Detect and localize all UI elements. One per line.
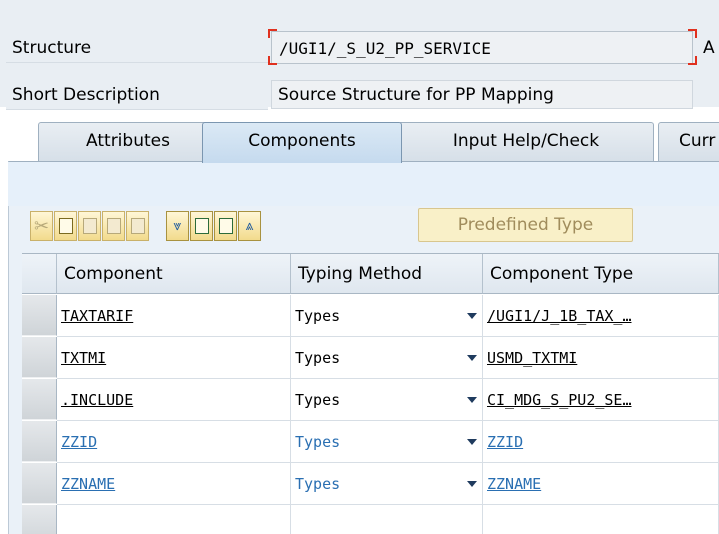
- table-cell-component-type[interactable]: USMD_TXTMI: [483, 337, 719, 379]
- table-cell-component[interactable]: ZZID: [57, 421, 291, 463]
- double-chevron-down-icon: ⩔: [173, 218, 182, 234]
- row-selector[interactable]: [22, 421, 57, 462]
- column-header-component-type[interactable]: Component Type: [483, 254, 719, 294]
- collapse-button[interactable]: [214, 211, 237, 241]
- dropdown-arrow-icon[interactable]: [467, 313, 477, 319]
- structure-field[interactable]: /UGI1/_S_U2_PP_SERVICE: [271, 31, 693, 64]
- table-cell-component-type[interactable]: ZZNAME: [483, 463, 719, 505]
- table-cell-component-type[interactable]: CI_MDG_S_PU2_SE…: [483, 379, 719, 421]
- delete-row-icon: [130, 218, 145, 234]
- copy-button[interactable]: [54, 211, 77, 241]
- collapse-minus-icon: [218, 218, 233, 234]
- structure-label: Structure: [6, 33, 268, 63]
- short-description-label: Short Description: [6, 80, 268, 110]
- paste-icon: [82, 218, 97, 234]
- tab-input-help-check-label: Input Help/Check: [452, 131, 600, 151]
- delete-row-button[interactable]: [126, 211, 149, 241]
- copy-icon: [58, 218, 73, 234]
- dropdown-arrow-icon[interactable]: [467, 355, 477, 361]
- structure-trailing-text: A: [703, 38, 715, 58]
- tab-components[interactable]: Components: [202, 122, 402, 163]
- tab-currency-label: Curr: [679, 131, 716, 151]
- table-cell-component[interactable]: ZZNAME: [57, 463, 291, 505]
- table-cell-component[interactable]: TXTMI: [57, 337, 291, 379]
- table-cell-typing-method[interactable]: [291, 505, 483, 534]
- required-marker-bottom-right: [688, 56, 697, 65]
- required-marker-right: [688, 29, 697, 38]
- table-cell-component[interactable]: [57, 505, 291, 534]
- tab-input-help-check[interactable]: Input Help/Check: [398, 122, 654, 162]
- row-selector[interactable]: [22, 505, 57, 534]
- dropdown-arrow-icon[interactable]: [467, 397, 477, 403]
- insert-row-button[interactable]: [102, 211, 125, 241]
- cut-button[interactable]: ✂: [30, 211, 53, 241]
- tab-attributes[interactable]: Attributes: [38, 122, 218, 162]
- row-selector[interactable]: [22, 379, 57, 420]
- scroll-to-top-button[interactable]: ⩓: [238, 211, 261, 241]
- expand-button[interactable]: [190, 211, 213, 241]
- dropdown-arrow-icon[interactable]: [467, 439, 477, 445]
- table-cell-component-type[interactable]: /UGI1/J_1B_TAX_…: [483, 295, 719, 337]
- column-header-component[interactable]: Component: [57, 254, 291, 294]
- row-selector[interactable]: [22, 295, 57, 336]
- tab-currency[interactable]: Curr: [658, 122, 719, 162]
- short-description-field[interactable]: Source Structure for PP Mapping: [271, 80, 693, 109]
- required-marker-left: [268, 29, 277, 38]
- column-header-typing-method[interactable]: Typing Method: [291, 254, 483, 294]
- table-cell-typing-method[interactable]: Types: [291, 463, 483, 505]
- table-cell-component-type[interactable]: [483, 505, 719, 534]
- table-cell-typing-method[interactable]: Types: [291, 379, 483, 421]
- table-cell-component[interactable]: TAXTARIF: [57, 295, 291, 337]
- predefined-type-button[interactable]: Predefined Type: [418, 208, 633, 242]
- table-cell-component[interactable]: .INCLUDE: [57, 379, 291, 421]
- table-cell-typing-method[interactable]: Types: [291, 421, 483, 463]
- paste-button[interactable]: [78, 211, 101, 241]
- table-cell-typing-method[interactable]: Types: [291, 337, 483, 379]
- dropdown-arrow-icon[interactable]: [467, 481, 477, 487]
- insert-row-icon: [106, 218, 121, 234]
- table-cell-typing-method[interactable]: Types: [291, 295, 483, 337]
- row-selector[interactable]: [22, 337, 57, 378]
- panel-header-band: [8, 162, 719, 206]
- tab-components-label: Components: [248, 131, 356, 151]
- scroll-to-bottom-button[interactable]: ⩔: [166, 211, 189, 241]
- table-cell-component-type[interactable]: ZZID: [483, 421, 719, 463]
- double-chevron-up-icon: ⩓: [245, 218, 254, 234]
- row-selector[interactable]: [22, 463, 57, 504]
- table-corner-cell[interactable]: [22, 254, 57, 294]
- expand-plus-icon: [194, 218, 209, 234]
- tab-attributes-label: Attributes: [86, 131, 170, 151]
- scissors-icon: ✂: [33, 215, 50, 237]
- required-marker-bottom-left: [268, 56, 277, 65]
